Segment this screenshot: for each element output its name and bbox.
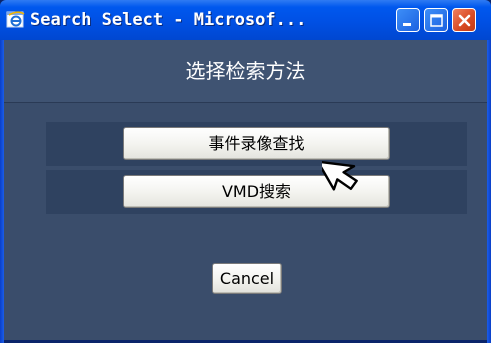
minimize-button[interactable] <box>396 8 420 32</box>
dialog-body: 选择检索方法 事件录像查找 VMD搜索 Cancel <box>4 40 487 340</box>
arrow-cursor-icon <box>322 160 358 191</box>
dialog-header: 选择检索方法 <box>4 40 487 102</box>
minimize-icon <box>403 23 411 26</box>
page-title: 选择检索方法 <box>185 59 306 83</box>
cancel-button[interactable]: Cancel <box>212 263 282 294</box>
close-icon <box>458 14 471 27</box>
maximize-icon <box>430 14 443 27</box>
close-button[interactable] <box>452 8 476 32</box>
window-border-right <box>487 40 491 343</box>
header-divider <box>4 102 487 103</box>
title-bar[interactable]: Search Select - Microsof... <box>0 0 491 40</box>
search-select-window: Search Select - Microsof... 选择检索方法 事件录像查… <box>0 0 491 343</box>
maximize-button[interactable] <box>424 8 448 32</box>
option-row-vmd-search: VMD搜索 <box>46 170 467 214</box>
window-title: Search Select - Microsof... <box>30 10 307 30</box>
option-row-event-search: 事件录像查找 <box>46 122 467 166</box>
ie-icon <box>6 11 25 28</box>
